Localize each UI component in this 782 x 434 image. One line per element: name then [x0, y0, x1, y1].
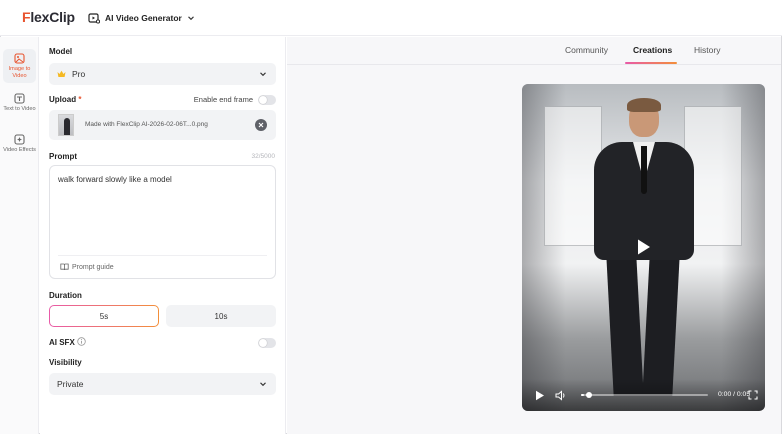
duration-option-5s[interactable]: 5s — [49, 305, 159, 327]
rail-item-video-effects[interactable]: Video Effects — [3, 130, 36, 164]
tab-creations[interactable]: Creations — [633, 45, 672, 55]
flexclip-logo[interactable]: FlexClip — [22, 9, 75, 25]
fullscreen-icon[interactable] — [748, 390, 758, 400]
video-progress-knob[interactable] — [585, 392, 592, 398]
image-to-video-icon — [14, 53, 25, 64]
left-rail: Image to Video Text to Video Video Effec… — [0, 37, 39, 434]
upload-label-text: Upload — [49, 95, 77, 104]
prompt-guide-link[interactable]: Prompt guide — [60, 263, 114, 271]
video-effects-icon — [14, 134, 25, 145]
crown-icon — [57, 70, 66, 77]
visibility-label: Visibility — [49, 358, 82, 367]
ai-video-icon — [88, 13, 100, 24]
video-progress-bar[interactable] — [581, 392, 708, 398]
remove-file-button[interactable] — [255, 119, 267, 131]
main-area: Community Creations History 0:00 / 0:05 — [287, 37, 781, 434]
end-frame-toggle[interactable] — [258, 95, 276, 105]
info-icon[interactable] — [77, 337, 86, 346]
volume-icon[interactable] — [555, 390, 567, 401]
duration-option-10s[interactable]: 10s — [166, 305, 276, 327]
chevron-down-icon — [187, 16, 194, 21]
close-icon — [258, 122, 264, 128]
tab-history[interactable]: History — [694, 45, 720, 55]
prompt-input[interactable]: walk forward slowly like a model — [58, 175, 268, 245]
settings-panel: Model Pro Upload * Enable end frame Made… — [40, 37, 286, 434]
tab-community[interactable]: Community — [565, 45, 608, 55]
uploaded-file: Made with FlexClip AI-2026-02-06T...0.pn… — [49, 110, 276, 140]
prompt-divider — [58, 255, 267, 256]
video-player[interactable]: 0:00 / 0:05 — [522, 84, 765, 411]
tool-selector[interactable]: AI Video Generator — [88, 10, 195, 26]
video-progress-fill — [581, 394, 584, 396]
model-label: Model — [49, 47, 73, 56]
duration-label: Duration — [49, 291, 82, 300]
prompt-box: walk forward slowly like a model Prompt … — [49, 165, 276, 279]
required-asterisk: * — [78, 95, 82, 104]
visibility-select-value: Private — [57, 379, 84, 389]
model-select-value: Pro — [72, 69, 86, 79]
prompt-label: Prompt — [49, 152, 77, 161]
ai-sfx-label: AI SFX — [49, 338, 75, 347]
play-icon[interactable] — [636, 238, 652, 256]
end-frame-label: Enable end frame — [193, 95, 253, 104]
prompt-character-counter: 32/5000 — [251, 153, 276, 160]
prompt-guide-label: Prompt guide — [72, 263, 114, 271]
visibility-select[interactable]: Private — [49, 373, 276, 395]
rail-item-label: Text to Video — [3, 106, 36, 112]
rail-item-image-to-video[interactable]: Image to Video — [3, 49, 36, 83]
tool-selector-label: AI Video Generator — [105, 13, 182, 23]
text-to-video-icon — [14, 93, 25, 104]
active-tab-indicator — [625, 62, 677, 64]
model-select[interactable]: Pro — [49, 63, 276, 85]
play-icon[interactable] — [535, 390, 545, 401]
tabs-bar: Community Creations History — [287, 37, 781, 65]
rail-item-label: Video Effects — [3, 147, 36, 153]
uploaded-image-thumbnail[interactable] — [58, 114, 74, 136]
rail-item-text-to-video[interactable]: Text to Video — [3, 89, 36, 123]
top-bar: FlexClip AI Video Generator — [0, 0, 782, 36]
chevron-down-icon — [260, 382, 266, 387]
video-time: 0:00 / 0:05 — [718, 391, 751, 398]
video-controls: 0:00 / 0:05 — [522, 379, 765, 411]
book-icon — [60, 263, 69, 271]
uploaded-file-name: Made with FlexClip AI-2026-02-06T...0.pn… — [85, 121, 208, 128]
chevron-down-icon — [260, 72, 266, 77]
ai-sfx-toggle[interactable] — [258, 338, 276, 348]
rail-item-label: Image to Video — [8, 66, 31, 79]
logo-text: lexClip — [30, 9, 75, 25]
upload-label: Upload * — [49, 95, 81, 104]
